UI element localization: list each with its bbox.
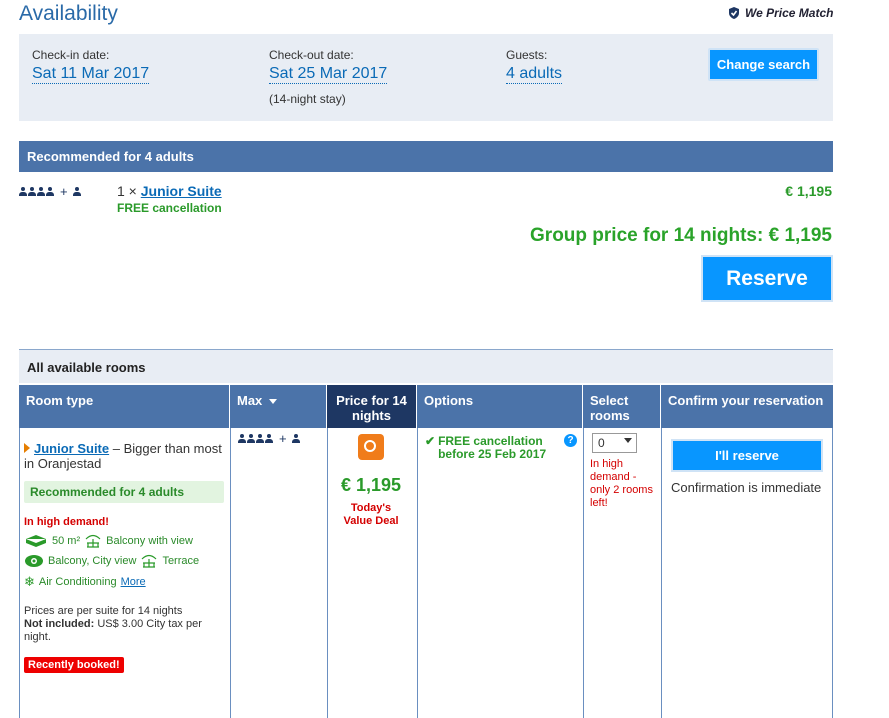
divider	[230, 428, 231, 718]
rooms-left-note: In high demand - only 2 rooms left!	[590, 458, 653, 509]
deal-line2: Value Deal	[343, 515, 399, 527]
not-included-label: Not included:	[24, 618, 95, 630]
col-price-line2: nights	[352, 408, 391, 423]
policy-line: Prices are per suite for 14 nights	[24, 605, 183, 617]
change-search-button[interactable]: Change search	[708, 48, 819, 81]
table-header: Room type Max Price for 14 nights Option…	[19, 385, 833, 428]
price-match-badge[interactable]: We Price Match	[727, 6, 833, 20]
divider	[327, 428, 328, 718]
view-icon	[25, 555, 43, 567]
high-demand-label: In high demand!	[24, 516, 109, 528]
checkout-value[interactable]: Sat 25 Mar 2017	[269, 65, 388, 84]
col-max[interactable]: Max	[230, 385, 327, 428]
col-select: Select rooms	[583, 385, 661, 428]
group-price: Group price for 14 nights: € 1,195	[530, 225, 832, 246]
checkin-value[interactable]: Sat 11 Mar 2017	[32, 65, 150, 84]
shield-check-icon	[729, 7, 739, 19]
checkin-field: Check-in date: Sat 11 Mar 2017	[32, 48, 150, 84]
feature-row: 50 m² Balcony with view	[24, 534, 224, 548]
room-count-value: 0	[598, 436, 605, 450]
col-select-line2: rooms	[590, 408, 630, 423]
air-conditioning: Air Conditioning	[38, 576, 117, 588]
room-price: € 1,195	[340, 475, 402, 495]
reserve-button[interactable]: Reserve	[701, 255, 833, 302]
stay-length: (14-night stay)	[269, 92, 346, 106]
col-price-line1: Price for 14	[336, 393, 407, 408]
child-icon	[291, 434, 300, 443]
balcony-icon	[85, 534, 101, 548]
room-details: Junior Suite – Bigger than most in Oranj…	[24, 441, 224, 673]
divider	[661, 428, 662, 718]
cancellation-option: ✔ FREE cancellation before 25 Feb 2017	[425, 435, 580, 461]
checkout-field: Check-out date: Sat 25 Mar 2017 (14-nigh…	[269, 48, 388, 106]
col-price: Price for 14 nights	[327, 385, 417, 428]
chevron-down-icon	[624, 438, 632, 443]
feature-row: ❄ Air Conditioning More	[24, 574, 224, 590]
terrace-icon	[142, 554, 157, 568]
expand-arrow-icon[interactable]	[24, 443, 30, 453]
max-occupancy: +	[238, 431, 301, 446]
feature-row: Balcony, City view Terrace	[24, 554, 224, 568]
page-title: Availability	[19, 2, 118, 25]
ill-reserve-button[interactable]: I'll reserve	[671, 439, 823, 472]
room-count-select[interactable]: 0	[592, 433, 637, 453]
recommended-badge: Recommended for 4 adults	[24, 481, 224, 503]
recommended-price: € 1,195	[785, 183, 832, 199]
col-select-line1: Select	[590, 393, 629, 408]
price-policy: Prices are per suite for 14 nights Not i…	[24, 605, 224, 644]
balcony-view: Balcony with view	[106, 535, 193, 547]
divider	[417, 428, 418, 718]
recently-booked-badge: Recently booked!	[24, 657, 124, 673]
search-summary: Check-in date: Sat 11 Mar 2017 Check-out…	[19, 34, 833, 121]
recommended-bar: Recommended for 4 adults	[19, 141, 833, 172]
plus-sign: +	[279, 431, 287, 446]
terrace: Terrace	[162, 555, 200, 567]
divider	[19, 428, 20, 718]
col-options: Options	[417, 385, 583, 428]
guests-field: Guests: 4 adults	[506, 48, 563, 84]
guests-value[interactable]: 4 adults	[506, 65, 563, 84]
recommended-room-link[interactable]: Junior Suite	[141, 183, 222, 199]
sort-down-icon	[268, 399, 277, 405]
price-cell: € 1,195 Today's Value Deal	[330, 434, 412, 528]
divider	[832, 428, 833, 718]
checkout-label: Check-out date:	[269, 48, 354, 62]
col-max-label: Max	[237, 393, 263, 408]
checkin-label: Check-in date:	[32, 48, 110, 62]
guests-label: Guests:	[506, 48, 548, 62]
col-room-type: Room type	[19, 385, 230, 428]
plus-sign: +	[60, 184, 68, 199]
adults-icons	[19, 184, 55, 199]
deal-icon	[358, 434, 384, 460]
snowflake-icon: ❄	[24, 574, 35, 589]
col-confirm: Confirm your reservation	[668, 393, 824, 408]
occupancy-icons: +	[19, 184, 82, 199]
help-icon[interactable]: ?	[564, 434, 577, 447]
room-title: Junior Suite – Bigger than most in Oranj…	[24, 441, 224, 471]
more-link[interactable]: More	[121, 576, 146, 588]
adults-icons	[238, 431, 274, 446]
checkmark-icon: ✔	[425, 434, 436, 448]
room-size-icon	[26, 535, 46, 547]
all-rooms-bar: All available rooms	[19, 349, 833, 383]
divider	[583, 428, 584, 718]
recommended-room: 1 × Junior Suite	[117, 183, 222, 199]
cancellation-text: FREE cancellation before 25 Feb 2017	[438, 434, 547, 461]
room-size: 50 m²	[52, 535, 81, 547]
room-qty: 1 ×	[117, 183, 137, 199]
balcony-city-view: Balcony, City view	[48, 555, 137, 567]
value-deal: Today's Value Deal	[330, 502, 412, 528]
free-cancellation: FREE cancellation	[117, 201, 222, 215]
child-icon	[72, 187, 81, 196]
room-link[interactable]: Junior Suite	[34, 441, 109, 456]
confirmation-note: Confirmation is immediate	[671, 480, 822, 495]
deal-line1: Today's	[350, 502, 392, 514]
price-match-label: We Price Match	[745, 6, 834, 20]
options-cell: ✔ FREE cancellation before 25 Feb 2017	[425, 435, 580, 461]
